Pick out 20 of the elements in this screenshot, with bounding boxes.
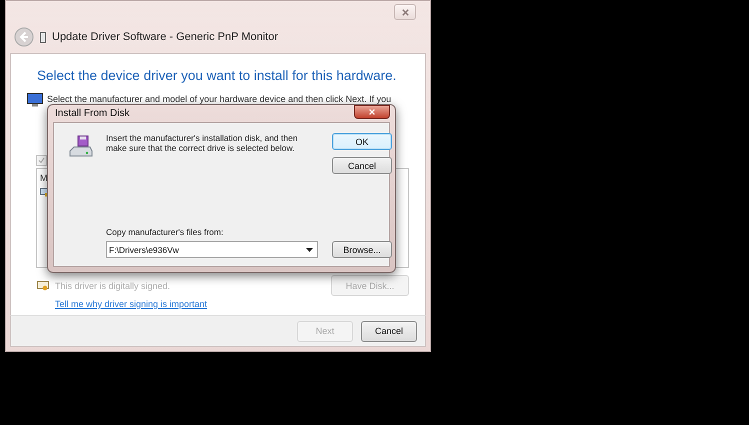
disk-drive-icon	[68, 135, 94, 159]
dialog-title: Install From Disk	[54, 108, 130, 119]
dialog-button[interactable]: Cancel	[332, 157, 392, 174]
close-button[interactable]	[354, 105, 390, 119]
list-header: M	[40, 173, 48, 183]
close-icon	[400, 8, 410, 16]
instruction-text: Select the manufacturer and model of your hardware device and then click Next. If you	[47, 94, 392, 104]
source-path-field[interactable]: F:\Drivers\e936Vw	[106, 241, 318, 258]
dialog-message: Insert the manufacturer's installation disk, and then make sure that the correct drive is selected below.	[106, 133, 299, 155]
close-icon	[368, 108, 376, 116]
page-heading: Select the device driver you want to install for this hardware.	[37, 68, 398, 83]
browse-button[interactable]: Browse...	[332, 241, 392, 258]
driver-signing-link[interactable]: Tell me why driver signing is important	[55, 299, 208, 309]
certificate-icon	[37, 280, 49, 290]
window-title: Update Driver Software - Generic PnP Monitor	[52, 31, 278, 43]
dialog-button[interactable]: OK	[332, 133, 392, 150]
source-label: Copy manufacturer's files from:	[106, 227, 224, 237]
footer-button[interactable]: Cancel	[361, 320, 417, 342]
signature-status: This driver is digitally signed.	[55, 280, 172, 290]
dropdown-caret-icon[interactable]	[306, 248, 313, 252]
